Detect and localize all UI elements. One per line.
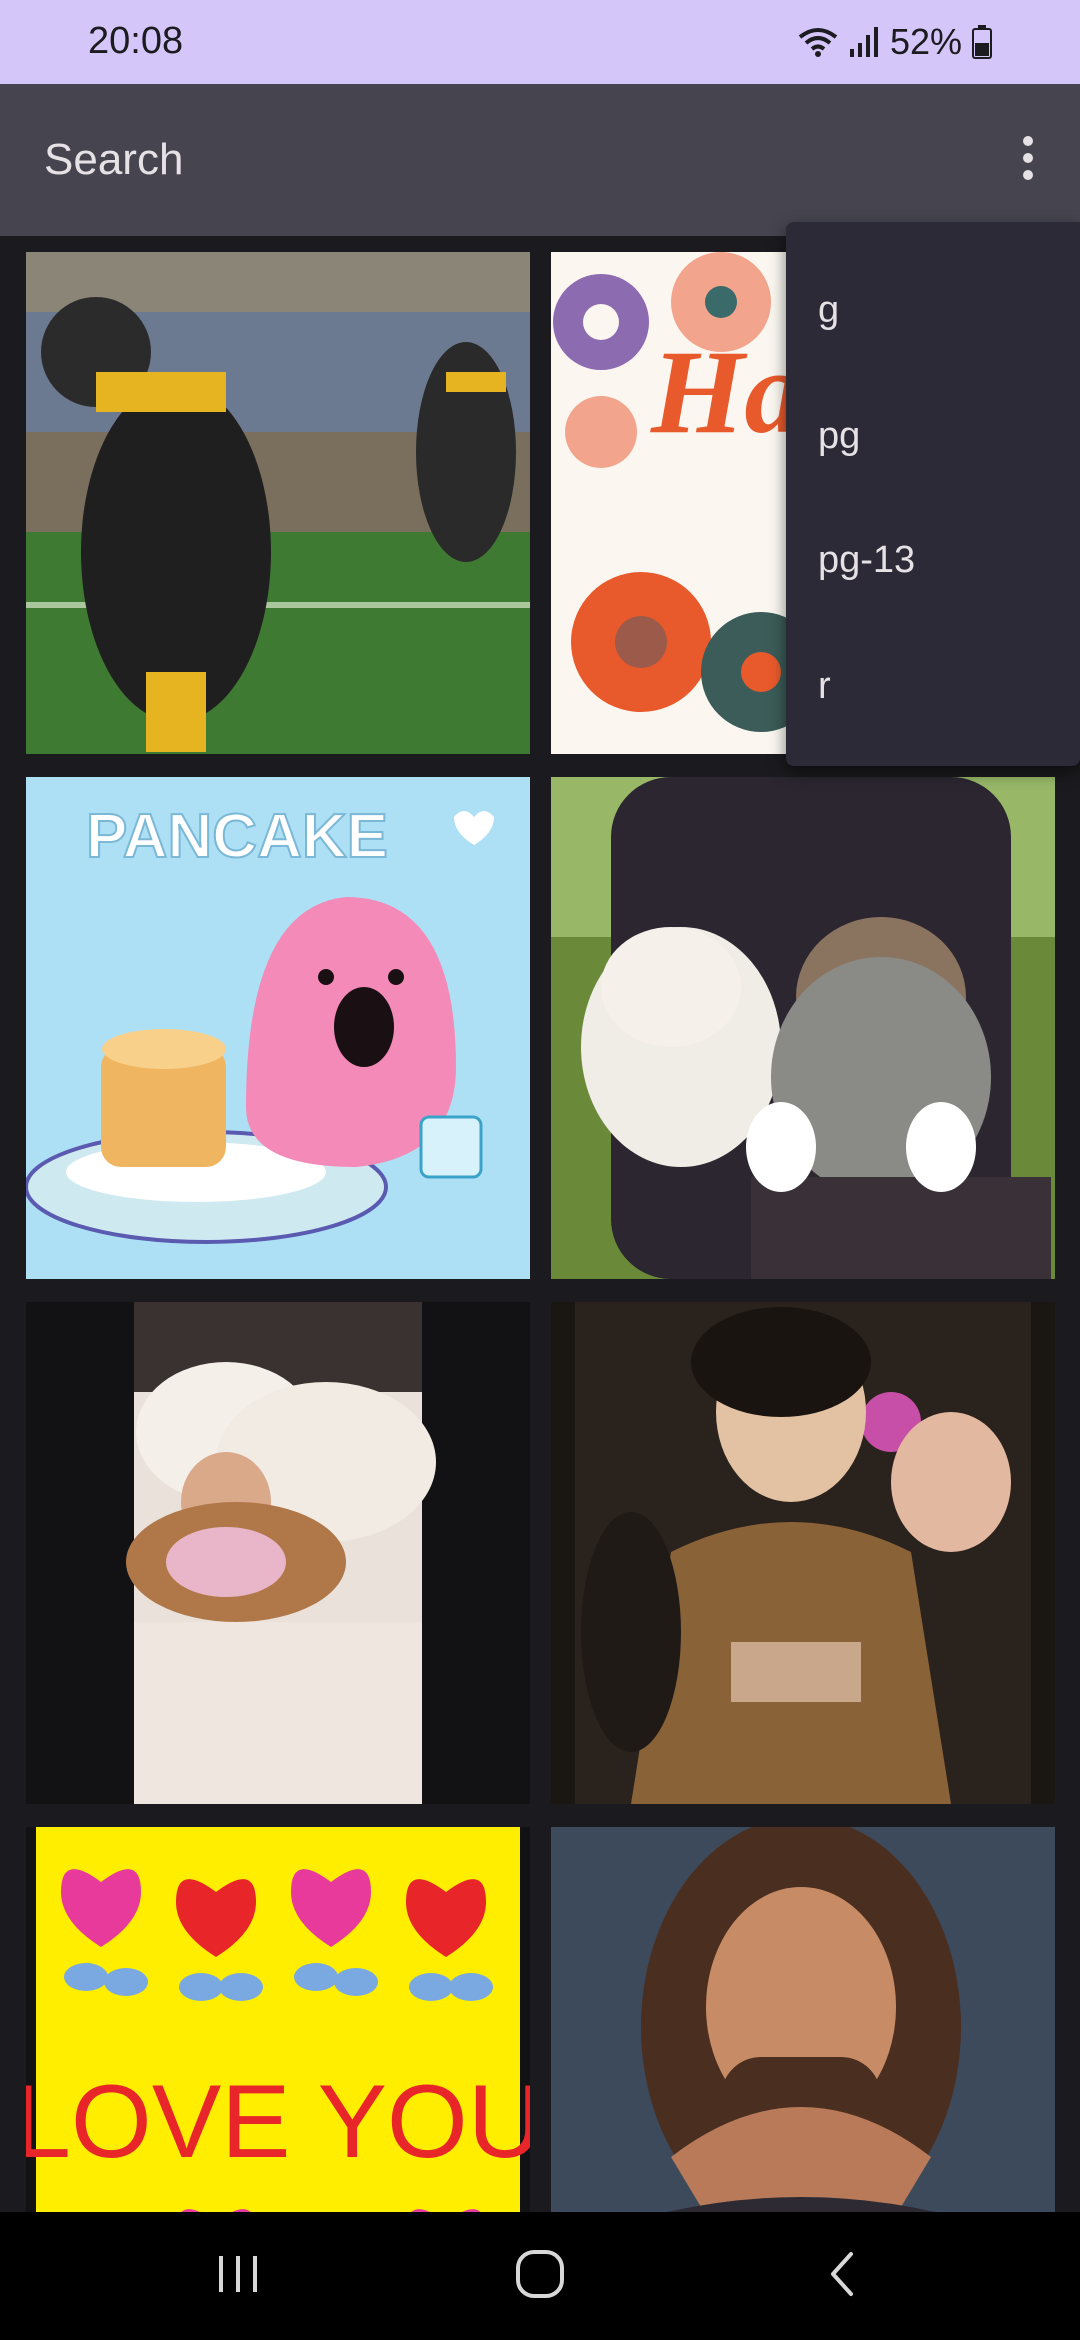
gif-image: PANCAKE bbox=[26, 777, 530, 1279]
wifi-icon bbox=[798, 25, 838, 59]
status-time: 20:08 bbox=[88, 20, 184, 62]
status-bar: 20:08 52% bbox=[0, 0, 1080, 84]
gif-tile[interactable] bbox=[26, 252, 530, 754]
battery-percent: 52% bbox=[889, 21, 962, 62]
menu-item-r[interactable]: r bbox=[818, 646, 1058, 726]
more-vert-icon bbox=[1021, 135, 1035, 186]
gif-text: PANCAKE bbox=[86, 802, 388, 871]
gif-tile[interactable]: LOVE YOU bbox=[26, 1827, 530, 2212]
rating-menu: g pg pg-13 r bbox=[786, 222, 1080, 766]
signal-icon bbox=[848, 25, 880, 59]
gif-text: LOVE YOU bbox=[26, 2064, 530, 2180]
battery-icon bbox=[972, 25, 992, 59]
gif-image bbox=[551, 777, 1055, 1279]
gif-image bbox=[26, 252, 530, 754]
gif-tile[interactable] bbox=[551, 777, 1055, 1279]
back-icon bbox=[827, 2250, 857, 2303]
gif-image: LOVE YOU bbox=[26, 1827, 530, 2212]
home-button[interactable] bbox=[480, 2240, 600, 2312]
gif-image bbox=[551, 1827, 1055, 2212]
navigation-bar bbox=[0, 2212, 1080, 2340]
gif-image bbox=[551, 1302, 1055, 1804]
search-input[interactable] bbox=[44, 132, 944, 188]
gif-tile[interactable]: PANCAKE bbox=[26, 777, 530, 1279]
recent-apps-icon bbox=[215, 2254, 261, 2299]
gif-tile[interactable] bbox=[551, 1827, 1055, 2212]
back-button[interactable] bbox=[782, 2240, 902, 2312]
more-options-button[interactable] bbox=[996, 128, 1060, 192]
gif-tile[interactable] bbox=[26, 1302, 530, 1804]
gif-tile[interactable] bbox=[551, 1302, 1055, 1804]
recent-apps-button[interactable] bbox=[178, 2240, 298, 2312]
menu-item-pg-13[interactable]: pg-13 bbox=[818, 520, 1058, 600]
gif-image bbox=[26, 1302, 530, 1804]
app-bar bbox=[0, 84, 1080, 236]
menu-item-g[interactable]: g bbox=[818, 270, 1058, 350]
menu-item-pg[interactable]: pg bbox=[818, 396, 1058, 476]
home-icon bbox=[514, 2248, 566, 2305]
